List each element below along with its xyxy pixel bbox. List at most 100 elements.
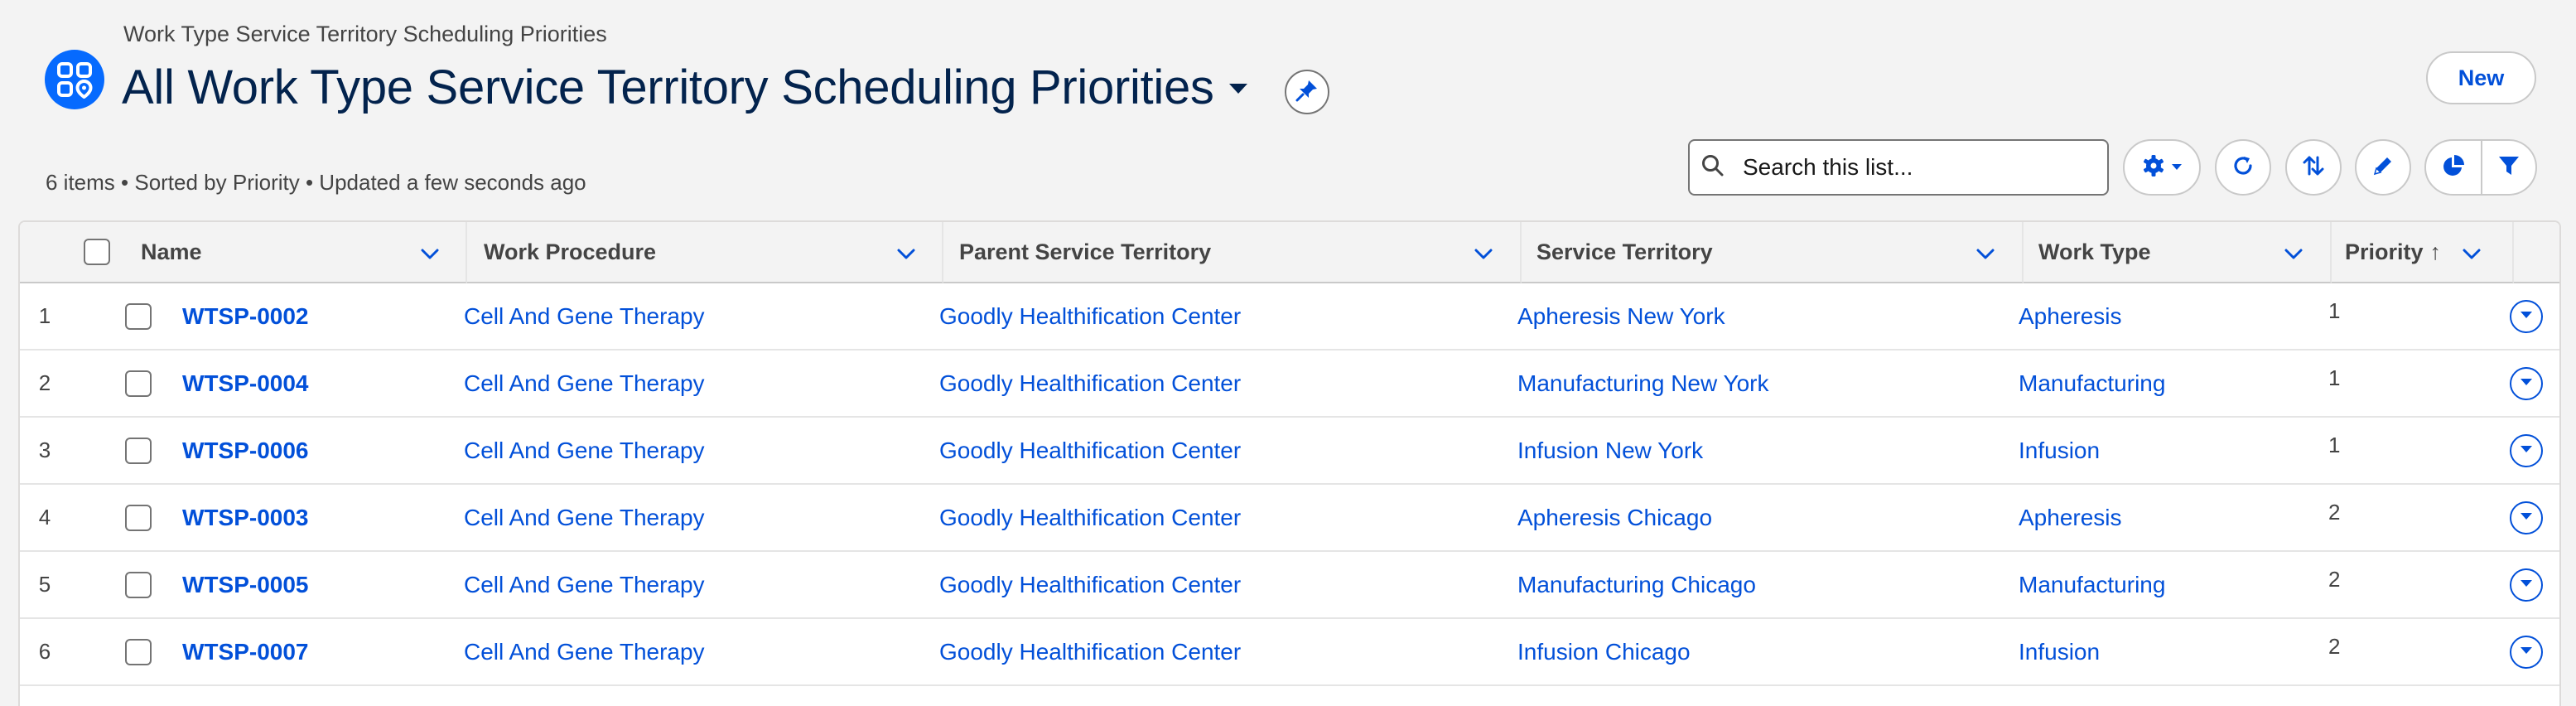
row-number: 2 (38, 370, 51, 395)
row-number-header (20, 222, 70, 283)
work-type-link[interactable]: Infusion (2019, 619, 2100, 684)
inline-edit-button[interactable] (2355, 139, 2411, 196)
row-number: 4 (38, 505, 51, 530)
service-territory-link[interactable]: Infusion Chicago (1517, 619, 1691, 684)
row-select-cell (125, 351, 152, 416)
column-header-name[interactable]: Name (124, 222, 467, 283)
list-view-title[interactable]: All Work Type Service Territory Scheduli… (122, 60, 1214, 115)
row-number: 6 (38, 639, 51, 664)
column-label: Service Territory (1536, 239, 1713, 264)
work-type-link[interactable]: Apheresis (2019, 485, 2122, 550)
priority-value: 2 (2328, 567, 2341, 592)
row-select-cell (125, 283, 152, 349)
column-label: Work Type (2038, 239, 2151, 264)
chevron-down-circle-icon (2519, 309, 2534, 324)
row-action-button[interactable] (2510, 300, 2543, 333)
chevron-down-icon[interactable] (2460, 242, 2483, 271)
service-territory-link[interactable]: Apheresis New York (1517, 283, 1725, 349)
column-header-parent-service-territory[interactable]: Parent Service Territory (943, 222, 1522, 283)
row-checkbox[interactable] (125, 302, 152, 330)
row-action-button[interactable] (2510, 568, 2543, 602)
service-territory-link[interactable]: Infusion New York (1517, 418, 1703, 483)
record-name-link[interactable]: WTSP-0003 (182, 485, 309, 550)
row-action-button[interactable] (2510, 501, 2543, 534)
row-number: 5 (38, 572, 51, 597)
list-settings-button[interactable] (2123, 139, 2201, 196)
row-checkbox[interactable] (125, 504, 152, 531)
caret-down-icon (2171, 160, 2183, 175)
work-type-link[interactable]: Infusion (2019, 418, 2100, 483)
parent-territory-link[interactable]: Goodly Healthification Center (939, 418, 1241, 483)
row-checkbox[interactable] (125, 370, 152, 397)
new-button[interactable]: New (2426, 51, 2536, 104)
row-select-cell (125, 418, 152, 483)
priority-value: 1 (2328, 298, 2341, 323)
service-territory-link[interactable]: Apheresis Chicago (1517, 485, 1712, 550)
table-row: 2 WTSP-0004 Cell And Gene Therapy Goodly… (20, 351, 2559, 418)
record-name-link[interactable]: WTSP-0004 (182, 351, 309, 416)
chevron-down-icon[interactable] (895, 242, 918, 271)
chevron-down-circle-icon (2519, 645, 2534, 660)
list-view-header: Work Type Service Territory Scheduling P… (0, 0, 2576, 222)
pencil-icon (2371, 153, 2395, 182)
pin-button[interactable] (1285, 70, 1329, 114)
sort-button[interactable] (2285, 139, 2342, 196)
column-header-service-territory[interactable]: Service Territory (1522, 222, 2024, 283)
apps-grid-icon (45, 50, 104, 109)
record-name-link[interactable]: WTSP-0005 (182, 552, 309, 617)
column-header-work-type[interactable]: Work Type (2024, 222, 2332, 283)
work-procedure-link[interactable]: Cell And Gene Therapy (464, 619, 705, 684)
chevron-down-icon[interactable] (418, 242, 441, 271)
row-select-cell (125, 619, 152, 684)
parent-territory-link[interactable]: Goodly Healthification Center (939, 552, 1241, 617)
row-checkbox[interactable] (125, 571, 152, 598)
work-type-link[interactable]: Manufacturing (2019, 351, 2165, 416)
work-procedure-link[interactable]: Cell And Gene Therapy (464, 283, 705, 349)
chevron-down-icon[interactable] (2282, 242, 2305, 271)
parent-territory-link[interactable]: Goodly Healthification Center (939, 619, 1241, 684)
chevron-down-icon[interactable] (1472, 242, 1495, 271)
column-header-work-procedure[interactable]: Work Procedure (467, 222, 943, 283)
row-select-cell (125, 485, 152, 550)
column-header-priority[interactable]: Priority ↑ (2332, 222, 2514, 283)
filter-button[interactable] (2481, 139, 2537, 196)
pie-chart-icon (2441, 153, 2466, 182)
record-name-link[interactable]: WTSP-0002 (182, 283, 309, 349)
parent-territory-link[interactable]: Goodly Healthification Center (939, 485, 1241, 550)
parent-territory-link[interactable]: Goodly Healthification Center (939, 351, 1241, 416)
work-type-link[interactable]: Manufacturing (2019, 552, 2165, 617)
row-actions-header (2514, 222, 2559, 283)
work-procedure-link[interactable]: Cell And Gene Therapy (464, 552, 705, 617)
records-table: Name Work Procedure Parent Service Terri… (18, 220, 2561, 706)
service-territory-link[interactable]: Manufacturing Chicago (1517, 552, 1756, 617)
caret-down-icon[interactable] (1226, 80, 1251, 98)
table-row: 5 WTSP-0005 Cell And Gene Therapy Goodly… (20, 552, 2559, 619)
record-name-link[interactable]: WTSP-0007 (182, 619, 309, 684)
row-checkbox[interactable] (125, 437, 152, 464)
chevron-down-icon[interactable] (1974, 242, 1997, 271)
table-row: 6 WTSP-0007 Cell And Gene Therapy Goodly… (20, 619, 2559, 686)
table-row: 3 WTSP-0006 Cell And Gene Therapy Goodly… (20, 418, 2559, 485)
search-input[interactable] (1743, 154, 2074, 181)
parent-territory-link[interactable]: Goodly Healthification Center (939, 283, 1241, 349)
row-number: 1 (38, 303, 51, 328)
table-row: 1 WTSP-0002 Cell And Gene Therapy Goodly… (20, 283, 2559, 351)
select-all-checkbox[interactable] (84, 239, 110, 265)
row-action-button[interactable] (2510, 367, 2543, 400)
work-type-link[interactable]: Apheresis (2019, 283, 2122, 349)
service-territory-link[interactable]: Manufacturing New York (1517, 351, 1769, 416)
work-procedure-link[interactable]: Cell And Gene Therapy (464, 485, 705, 550)
work-procedure-link[interactable]: Cell And Gene Therapy (464, 418, 705, 483)
record-name-link[interactable]: WTSP-0006 (182, 418, 309, 483)
refresh-button[interactable] (2215, 139, 2271, 196)
search-icon (1701, 154, 1725, 181)
search-box[interactable] (1688, 139, 2109, 196)
row-action-button[interactable] (2510, 636, 2543, 669)
chevron-down-circle-icon (2519, 510, 2534, 525)
pin-icon (1295, 78, 1319, 107)
work-procedure-link[interactable]: Cell And Gene Therapy (464, 351, 705, 416)
row-checkbox[interactable] (125, 638, 152, 665)
row-action-button[interactable] (2510, 434, 2543, 467)
sort-ascending-icon: ↑ (2429, 239, 2442, 264)
chart-button[interactable] (2424, 139, 2482, 196)
